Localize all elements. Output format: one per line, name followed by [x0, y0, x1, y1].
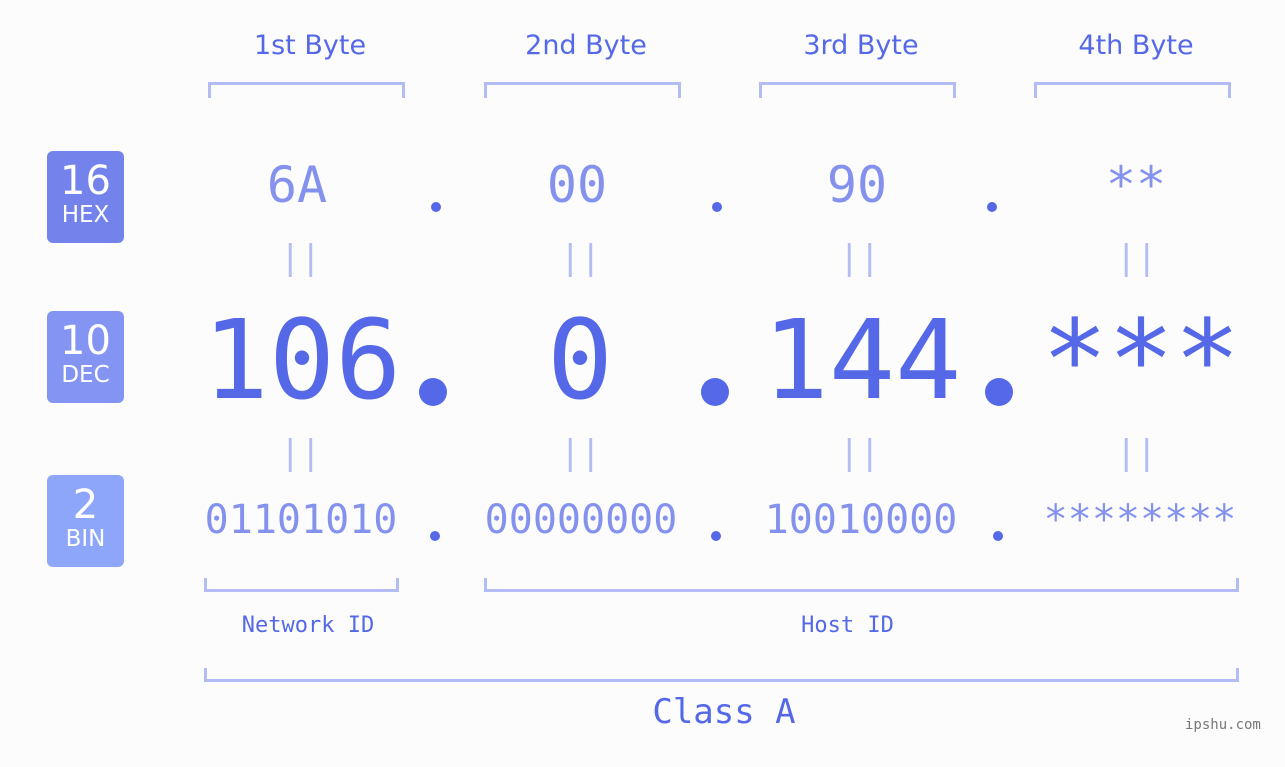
hex-dot-1 [431, 202, 441, 212]
bin-label: BIN [65, 526, 106, 552]
bin-octet-3: 10010000 [764, 497, 958, 543]
hex-dot-2 [712, 202, 722, 212]
host-id-label: Host ID [801, 613, 894, 638]
dec-base: 10 [60, 318, 111, 364]
equals-dec-bin-4: || [1116, 433, 1157, 473]
byte-header-3: 3rd Byte [803, 30, 919, 61]
equals-hex-dec-3: || [839, 238, 880, 278]
dec-badge: 10 DEC [47, 311, 124, 403]
byte-bracket-3 [759, 82, 956, 98]
equals-hex-dec-4: || [1116, 238, 1157, 278]
watermark: ipshu.com [1185, 717, 1261, 733]
dec-octet-1: 106 [202, 296, 402, 424]
bin-dot-2 [711, 531, 721, 541]
dec-octet-4: *** [1041, 296, 1241, 424]
byte-bracket-2 [484, 82, 681, 98]
byte-bracket-1 [208, 82, 405, 98]
hex-octet-3: 90 [826, 156, 888, 214]
hex-dot-3 [987, 202, 997, 212]
class-label: Class A [652, 692, 796, 732]
network-id-label: Network ID [241, 613, 375, 638]
bin-dot-3 [993, 531, 1003, 541]
dec-dot-2 [701, 378, 729, 406]
byte-header-4: 4th Byte [1078, 30, 1194, 61]
equals-dec-bin-2: || [560, 433, 601, 473]
byte-header-1: 1st Byte [253, 30, 367, 61]
dec-dot-3 [985, 378, 1013, 406]
byte-header-2: 2nd Byte [525, 30, 647, 61]
dec-label: DEC [61, 362, 110, 388]
dec-octet-2: 0 [546, 296, 614, 424]
bin-octet-1: 01101010 [204, 497, 398, 543]
bin-octet-4: ******** [1043, 497, 1237, 543]
bin-badge: 2 BIN [47, 475, 124, 567]
hex-label: HEX [61, 202, 110, 228]
equals-hex-dec-1: || [280, 238, 321, 278]
hex-base: 16 [60, 158, 111, 204]
hex-badge: 16 HEX [47, 151, 124, 243]
equals-hex-dec-2: || [560, 238, 601, 278]
host-id-bracket [484, 578, 1239, 592]
hex-octet-1: 6A [266, 156, 328, 214]
dec-octet-3: 144 [762, 296, 962, 424]
class-bracket [204, 668, 1239, 682]
byte-bracket-4 [1034, 82, 1231, 98]
bin-dot-1 [430, 531, 440, 541]
hex-octet-2: 00 [546, 156, 608, 214]
bin-base: 2 [72, 482, 99, 528]
hex-octet-4: ** [1105, 156, 1167, 214]
equals-dec-bin-1: || [280, 433, 321, 473]
dec-dot-1 [419, 378, 447, 406]
network-id-bracket [204, 578, 399, 592]
equals-dec-bin-3: || [839, 433, 880, 473]
bin-octet-2: 00000000 [484, 497, 678, 543]
